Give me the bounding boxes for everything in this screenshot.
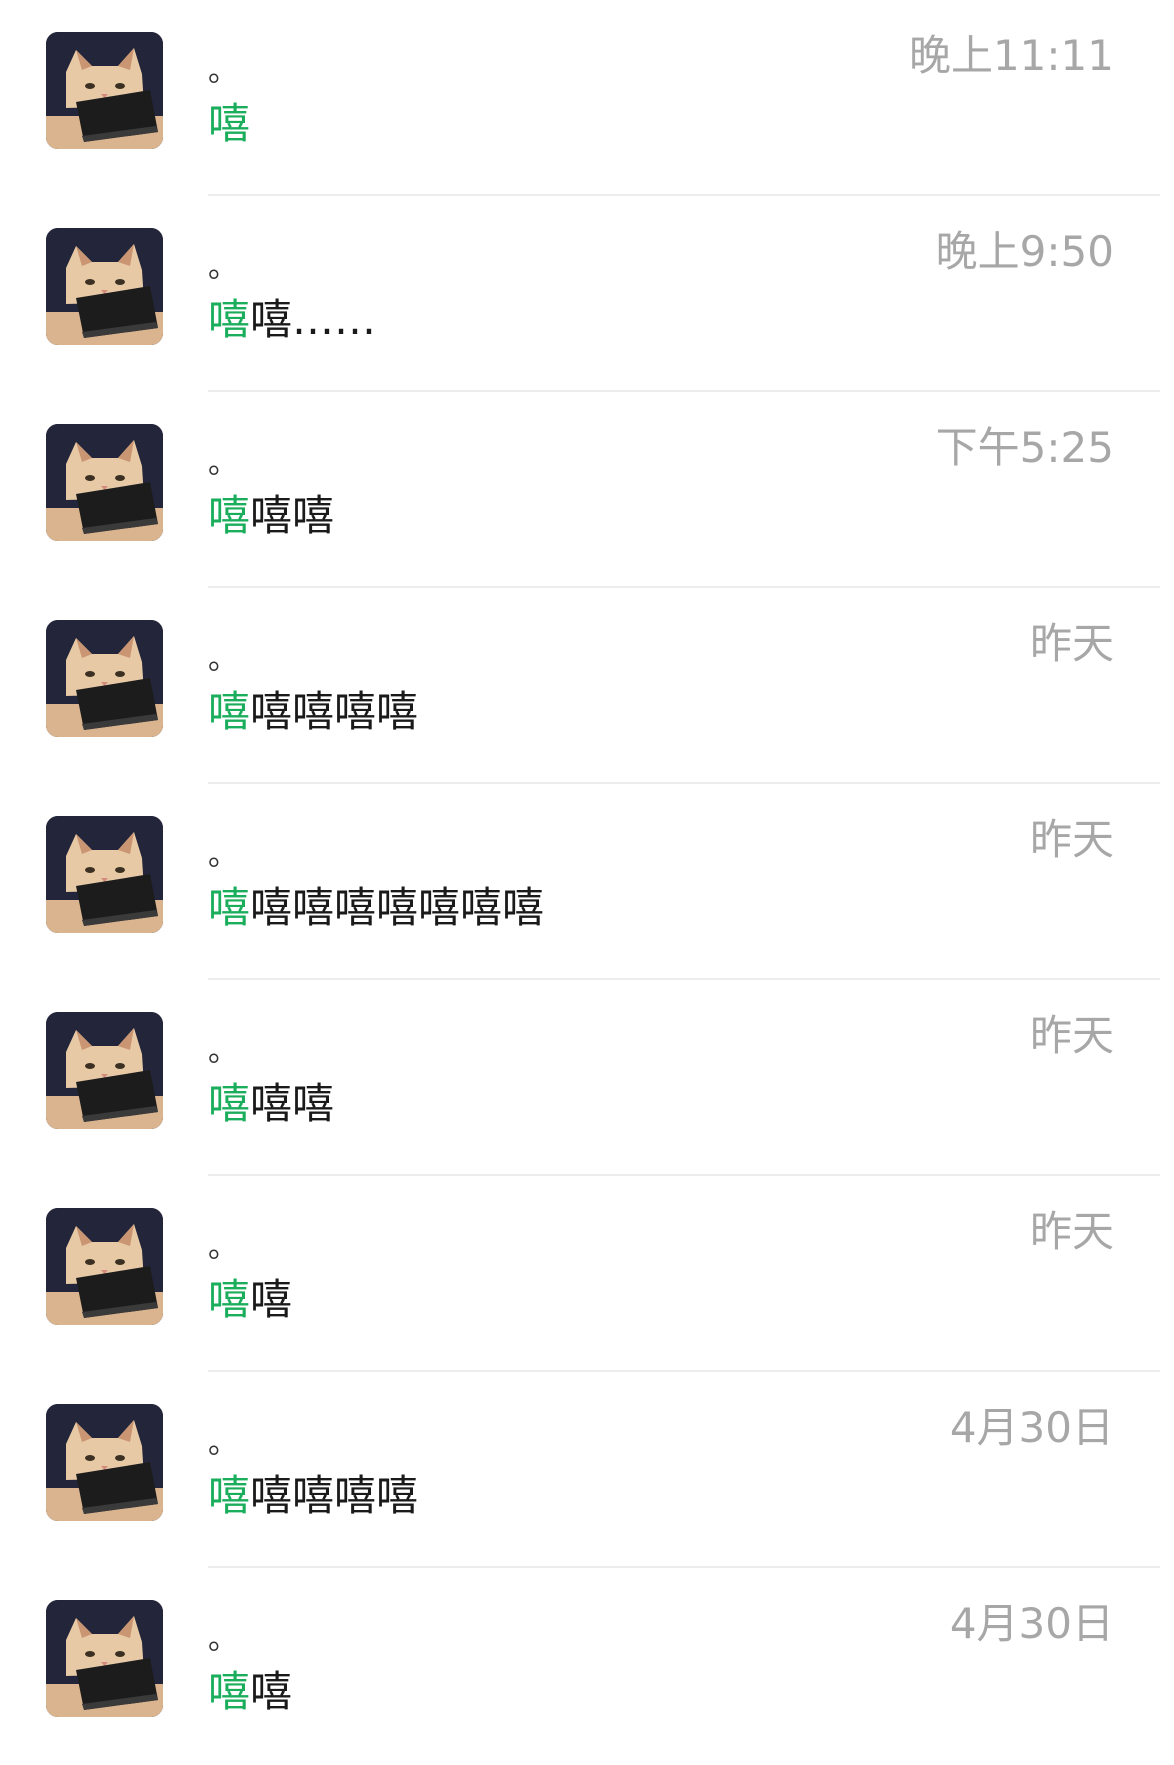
chat-time: 晚上11:11 — [908, 31, 1114, 80]
preview-text: 嘻嘻 — [250, 1079, 335, 1128]
preview-highlight: 嘻 — [208, 1275, 251, 1324]
chat-name: 。 — [208, 1622, 238, 1657]
preview-text: 嘻 — [250, 1667, 293, 1716]
chat-row[interactable]: 。 嘻嘻嘻嘻嘻嘻嘻嘻 昨天 — [0, 784, 1174, 980]
chat-row[interactable]: 。 嘻嘻…… 晚上9:50 — [0, 196, 1174, 392]
chat-name: 。 — [208, 250, 238, 285]
chat-name: 。 — [208, 1230, 238, 1265]
chat-time: 晚上9:50 — [935, 227, 1114, 276]
chat-name: 。 — [208, 446, 238, 481]
preview-text: 嘻嘻嘻嘻嘻嘻嘻 — [250, 883, 545, 932]
preview-highlight: 嘻 — [208, 1667, 251, 1716]
cat-avatar-icon[interactable] — [46, 424, 163, 541]
preview-highlight: 嘻 — [208, 883, 251, 932]
cat-avatar-icon[interactable] — [46, 1600, 163, 1717]
chat-preview: 嘻嘻嘻嘻嘻 — [208, 1468, 418, 1524]
chat-row[interactable]: 。 嘻嘻嘻 下午5:25 — [0, 392, 1174, 588]
chat-preview: 嘻嘻嘻 — [208, 1076, 334, 1132]
chat-time: 4月30日 — [949, 1403, 1114, 1452]
chat-row[interactable]: 。 嘻嘻嘻嘻嘻 昨天 — [0, 588, 1174, 784]
preview-highlight: 嘻 — [208, 491, 251, 540]
cat-avatar-icon[interactable] — [46, 32, 163, 149]
preview-highlight: 嘻 — [208, 295, 251, 344]
chat-preview: 嘻嘻嘻嘻嘻嘻嘻嘻 — [208, 880, 544, 936]
chat-list: 。 嘻 晚上11:11 。 嘻嘻…… 晚上9:50 。 嘻嘻嘻 下午5:25 。… — [0, 0, 1174, 1765]
chat-time: 下午5:25 — [935, 423, 1114, 472]
chat-preview: 嘻嘻嘻嘻嘻 — [208, 684, 418, 740]
preview-text: 嘻 — [250, 1275, 293, 1324]
cat-avatar-icon[interactable] — [46, 1012, 163, 1129]
chat-preview: 嘻嘻 — [208, 1272, 292, 1328]
chat-row[interactable]: 。 嘻嘻嘻 昨天 — [0, 980, 1174, 1176]
cat-avatar-icon[interactable] — [46, 1404, 163, 1521]
cat-avatar-icon[interactable] — [46, 1208, 163, 1325]
chat-preview: 嘻嘻嘻 — [208, 488, 334, 544]
chat-time: 4月30日 — [949, 1599, 1114, 1648]
chat-time: 昨天 — [1029, 1011, 1114, 1060]
chat-preview: 嘻嘻 — [208, 1664, 292, 1720]
chat-name: 。 — [208, 838, 238, 873]
cat-avatar-icon[interactable] — [46, 620, 163, 737]
preview-text: 嘻…… — [250, 295, 377, 344]
chat-row[interactable]: 。 嘻嘻 昨天 — [0, 1176, 1174, 1372]
chat-time: 昨天 — [1029, 619, 1114, 668]
preview-highlight: 嘻 — [208, 687, 251, 736]
chat-name: 。 — [208, 642, 238, 677]
chat-row[interactable]: 。 嘻嘻 4月30日 — [0, 1568, 1174, 1764]
chat-preview: 嘻嘻…… — [208, 292, 376, 348]
chat-name: 。 — [208, 54, 238, 89]
chat-name: 。 — [208, 1426, 238, 1461]
chat-row[interactable]: 。 嘻 晚上11:11 — [0, 0, 1174, 196]
chat-name: 。 — [208, 1034, 238, 1069]
preview-text: 嘻嘻 — [250, 491, 335, 540]
chat-time: 昨天 — [1029, 1207, 1114, 1256]
chat-time: 昨天 — [1029, 815, 1114, 864]
preview-highlight: 嘻 — [208, 1079, 251, 1128]
cat-avatar-icon[interactable] — [46, 816, 163, 933]
preview-text: 嘻嘻嘻嘻 — [250, 1471, 419, 1520]
preview-highlight: 嘻 — [208, 1471, 251, 1520]
preview-text: 嘻嘻嘻嘻 — [250, 687, 419, 736]
cat-avatar-icon[interactable] — [46, 228, 163, 345]
chat-row[interactable]: 。 嘻嘻嘻嘻嘻 4月30日 — [0, 1372, 1174, 1568]
chat-preview: 嘻 — [208, 96, 250, 152]
preview-highlight: 嘻 — [208, 99, 251, 148]
